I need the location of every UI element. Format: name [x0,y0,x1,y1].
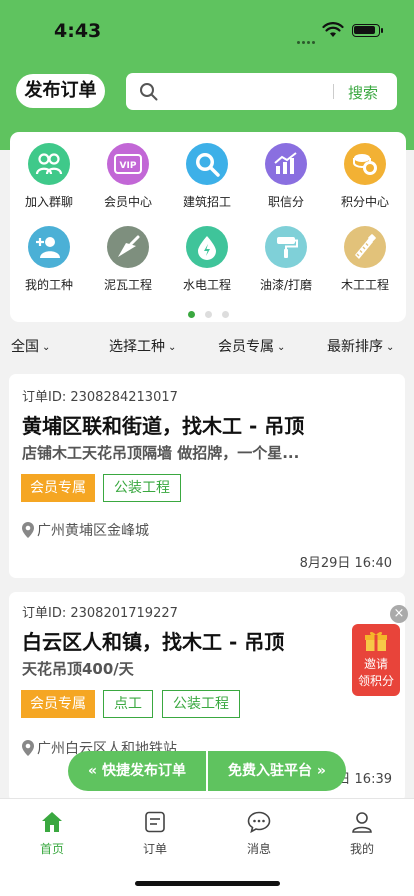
publish-order-button[interactable]: 发布订单 [16,74,105,108]
grid-item-carpentry[interactable]: 木工工程 [325,226,405,293]
coins-icon [344,143,386,185]
vip-icon: VIP [107,143,149,185]
floating-action-bar: « 快捷发布订单 免费入驻平台 » [68,751,346,791]
page-dot [221,311,229,318]
group-icon [28,143,70,185]
search-divider [333,84,334,99]
order-description: 天花吊顶400/天 [22,660,134,678]
filter-vip-label: 会员专属 [218,339,274,355]
tab-label: 消息 [246,842,271,856]
add-user-icon [28,226,70,268]
tab-label: 订单 [142,842,167,856]
filter-trade-label: 选择工种 [109,339,165,355]
tag-category: 公装工程 [162,690,240,718]
grid-item-credit-score[interactable]: 职信分 [246,143,326,210]
gift-icon [365,631,387,651]
quick-publish-button[interactable]: « 快捷发布订单 [68,751,206,791]
order-location-text: 广州黄埔区金峰城 [37,523,149,539]
page-dot-active [187,311,195,318]
quick-entry-grid: 加入群聊 VIP 会员中心 建筑招工 职信分 积分中心 我的工种 泥瓦工程 水电… [10,132,406,322]
tag-category: 点工 [103,690,153,718]
filter-bar: 全国 ⌄ 选择工种 ⌄ 会员专属 ⌄ 最新排序 ⌄ [0,336,414,358]
order-description: 店铺木工天花吊顶隔墙 做招牌，一个星... [22,444,300,462]
grid-item-join-group[interactable]: 加入群聊 [9,143,89,210]
order-icon [145,811,165,833]
tab-label: 首页 [39,842,64,856]
tag-vip: 会员专属 [21,474,95,502]
grid-item-label: 水电工程 [182,278,231,292]
tab-home[interactable]: 首页 [22,811,82,857]
order-card[interactable]: 订单ID: 2308284213017 黄埔区联和街道，找木工 - 吊顶 店铺木… [9,374,405,578]
order-title: 白云区人和镇，找木工 - 吊顶 [22,630,285,654]
grid-item-label: 泥瓦工程 [103,278,152,292]
order-location: 广州黄埔区金峰城 [22,520,149,540]
grid-item-my-trades[interactable]: 我的工种 [9,226,89,293]
chevron-down-icon: ⌄ [42,342,51,353]
chart-icon [265,143,307,185]
status-time: 4:43 [54,20,102,42]
grid-item-points-center[interactable]: 积分中心 [325,143,405,210]
tab-profile[interactable]: 我的 [332,811,392,857]
tab-orders[interactable]: 订单 [125,811,185,857]
filter-vip[interactable]: 会员专属 ⌄ [218,336,285,356]
svg-text:VIP: VIP [120,161,137,171]
wifi-icon [322,22,344,37]
water-electric-icon [186,226,228,268]
grid-item-label: 会员中心 [103,195,152,209]
search-bar[interactable]: 搜索 [126,73,397,110]
tab-label: 我的 [349,842,374,856]
location-pin-icon [22,522,34,538]
status-bar: 4:43 [0,0,414,60]
header-bar: 4:43 发布订单 搜索 [0,0,414,150]
grid-item-label: 建筑招工 [182,195,231,209]
chevron-down-icon: ⌄ [277,342,286,353]
message-icon [247,811,271,834]
search-icon [140,83,158,101]
invite-line2: 领积分 [357,674,394,688]
grid-item-label: 加入群聊 [24,195,73,209]
trowel-icon [107,226,149,268]
filter-trade[interactable]: 选择工种 ⌄ [109,336,176,356]
tag-category: 公装工程 [103,474,181,502]
grid-item-vip-center[interactable]: VIP 会员中心 [88,143,168,210]
tag-vip: 会员专属 [21,690,95,718]
saw-icon [344,226,386,268]
grid-item-label: 我的工种 [24,278,73,292]
order-id: 订单ID: 2308284213017 [22,390,178,405]
invite-points-badge[interactable]: 邀请 领积分 [352,624,400,696]
chevron-down-icon: ⌄ [386,342,395,353]
page-dot [204,311,212,318]
grid-item-label: 职信分 [267,195,304,209]
invite-line1: 邀请 [363,657,388,671]
home-icon [42,812,62,832]
home-indicator [135,881,280,886]
grid-item-label: 积分中心 [340,195,389,209]
close-icon[interactable]: × [390,605,408,623]
battery-icon [352,24,383,37]
search-button[interactable]: 搜索 [348,82,378,103]
filter-sort[interactable]: 最新排序 ⌄ [327,336,394,356]
paint-roller-icon [265,226,307,268]
grid-item-masonry[interactable]: 泥瓦工程 [88,226,168,293]
grid-item-painting[interactable]: 油漆/打磨 [246,226,326,293]
order-title: 黄埔区联和街道，找木工 - 吊顶 [22,414,305,438]
grid-item-label: 油漆/打磨 [259,278,313,292]
recruit-search-icon [186,143,228,185]
location-pin-icon [22,740,34,756]
filter-sort-label: 最新排序 [327,339,383,355]
chevron-down-icon: ⌄ [168,342,177,353]
grid-item-recruit[interactable]: 建筑招工 [167,143,247,210]
grid-item-plumbing-electric[interactable]: 水电工程 [167,226,247,293]
profile-icon [352,812,372,833]
tab-messages[interactable]: 消息 [229,811,289,857]
grid-item-label: 木工工程 [340,278,389,292]
page-indicator [10,303,406,322]
order-time: 8月29日 16:40 [299,556,392,571]
cellular-signal-icon [297,29,317,44]
join-platform-button[interactable]: 免费入驻平台 » [208,751,346,791]
filter-region-label: 全国 [11,339,39,355]
order-id: 订单ID: 2308201719227 [22,606,178,621]
filter-region[interactable]: 全国 ⌄ [11,336,50,356]
